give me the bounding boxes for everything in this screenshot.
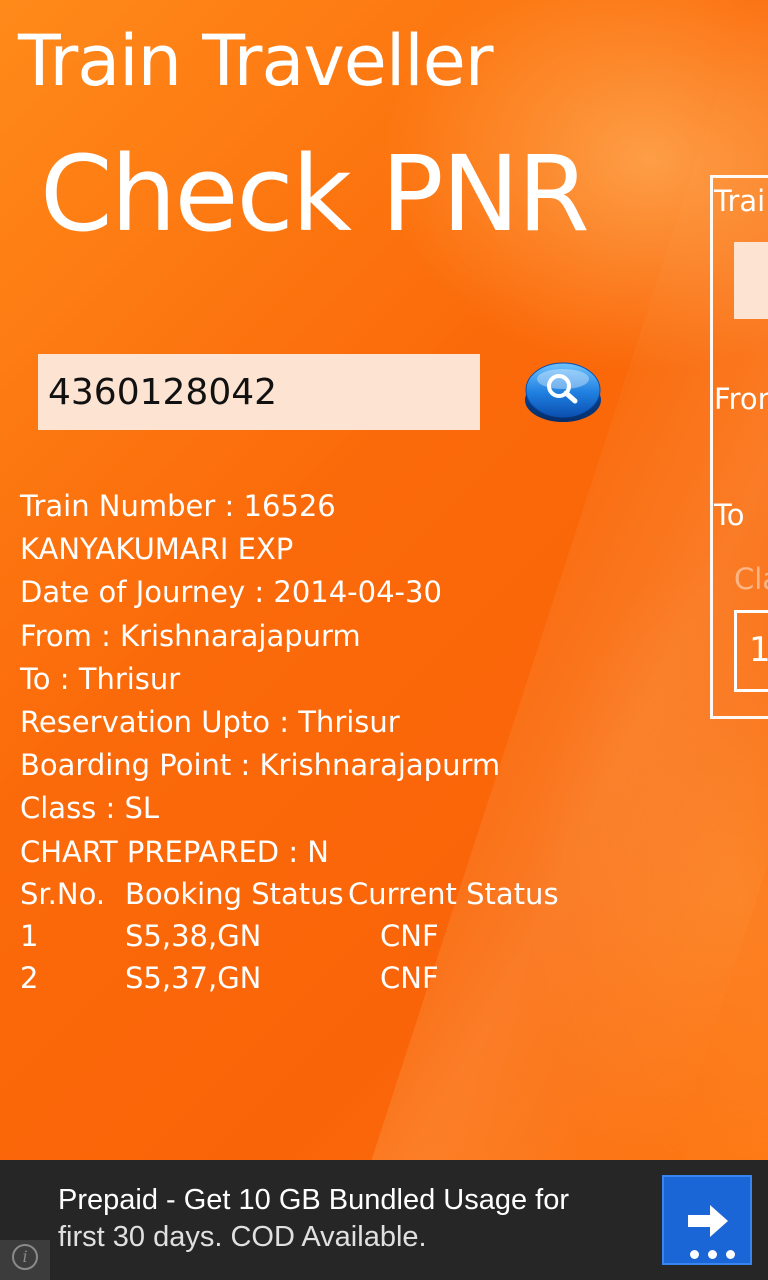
- to-station: To : Thrisur: [20, 661, 181, 696]
- ad-line-2: first 30 days. COD Available.: [58, 1221, 427, 1253]
- ad-info-button[interactable]: i: [0, 1240, 50, 1280]
- dot-icon: [726, 1250, 735, 1259]
- sr-no-cell: 2: [20, 961, 39, 995]
- current-status-cell: CNF: [380, 919, 439, 953]
- passenger-table: Sr.No. Booking Status Current Status 1 S…: [20, 873, 580, 999]
- reservation-upto: Reservation Upto : Thrisur: [20, 704, 400, 739]
- table-row: 2 S5,37,GN CNF: [20, 957, 580, 999]
- header-sr-no: Sr.No.: [20, 877, 106, 911]
- ad-text: Prepaid - Get 10 GB Bundled Usage for fi…: [58, 1182, 648, 1256]
- next-panel-preview[interactable]: Trai Fron To Cla 1: [710, 175, 768, 719]
- app-title: Train Traveller: [18, 20, 494, 102]
- sr-no-cell: 1: [20, 919, 39, 953]
- search-icon: [525, 362, 601, 422]
- current-status-cell: CNF: [380, 961, 439, 995]
- date-of-journey: Date of Journey : 2014-04-30: [20, 575, 442, 610]
- pnr-details: Train Number : 16526 KANYAKUMARI EXP Dat…: [20, 485, 500, 874]
- booking-status-cell: S5,38,GN: [125, 919, 262, 953]
- side-label-from: Fron: [714, 382, 768, 416]
- side-label-train: Trai: [714, 184, 766, 218]
- dot-icon: [690, 1250, 699, 1259]
- page-title: Check PNR: [40, 133, 590, 255]
- header-current-status: Current Status: [348, 877, 559, 911]
- passenger-table-header: Sr.No. Booking Status Current Status: [20, 873, 580, 915]
- info-icon: i: [12, 1244, 38, 1270]
- pnr-input[interactable]: [38, 354, 480, 430]
- boarding-point: Boarding Point : Krishnarajapurm: [20, 748, 501, 783]
- dot-icon: [708, 1250, 717, 1259]
- side-label-to: To: [714, 498, 745, 532]
- booking-status-cell: S5,37,GN: [125, 961, 262, 995]
- train-name: KANYAKUMARI EXP: [20, 532, 294, 567]
- table-row: 1 S5,38,GN CNF: [20, 915, 580, 957]
- side-class-box[interactable]: 1: [734, 610, 768, 692]
- travel-class: Class : SL: [20, 791, 160, 826]
- train-number: Train Number : 16526: [20, 489, 336, 523]
- side-train-input[interactable]: [734, 242, 768, 319]
- more-options-button[interactable]: [690, 1248, 740, 1262]
- chart-prepared: CHART PREPARED : N: [20, 834, 330, 869]
- side-label-class: Cla: [734, 562, 768, 596]
- header-booking-status: Booking Status: [125, 877, 344, 911]
- search-button[interactable]: [524, 359, 602, 425]
- from-station: From : Krishnarajapurm: [20, 618, 361, 653]
- ad-banner[interactable]: Prepaid - Get 10 GB Bundled Usage for fi…: [0, 1160, 768, 1280]
- ad-line-1: Prepaid - Get 10 GB Bundled Usage for: [58, 1184, 570, 1216]
